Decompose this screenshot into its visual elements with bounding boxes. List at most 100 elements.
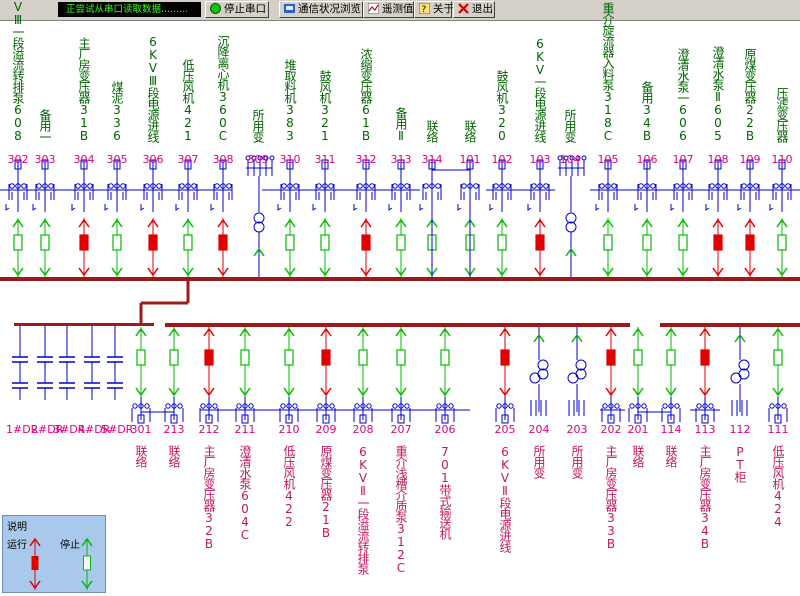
feeder-107[interactable] xyxy=(670,159,693,277)
feeder-105[interactable] xyxy=(595,159,618,277)
feeder-label: 联络 xyxy=(425,120,439,142)
feeder-4#DR[interactable] xyxy=(84,326,100,400)
feeder-code: 303 xyxy=(34,153,56,166)
feeder-104[interactable] xyxy=(557,155,587,277)
feeder-108[interactable] xyxy=(705,159,728,277)
feeder-code: 311 xyxy=(314,153,336,166)
breaker-stopped xyxy=(396,349,406,366)
feeder-306[interactable] xyxy=(140,159,163,277)
stop-serial-button[interactable]: 停止串口 xyxy=(205,1,269,18)
feeder-103[interactable] xyxy=(527,159,550,277)
breaker-stopped xyxy=(320,234,330,251)
feeder-307[interactable] xyxy=(175,159,198,277)
feeder-label: 低压风机424 xyxy=(771,445,785,528)
feeder-code: 201 xyxy=(627,423,649,436)
feeder-314[interactable] xyxy=(419,159,442,277)
feeder-209[interactable] xyxy=(316,327,336,424)
feeder-code: 210 xyxy=(278,423,300,436)
feeder-code: 211 xyxy=(234,423,256,436)
feeder-303[interactable] xyxy=(32,159,55,277)
breaker-stopped xyxy=(396,234,406,251)
feeder-101[interactable] xyxy=(457,159,480,277)
feeder-code: 113 xyxy=(694,423,716,436)
breaker-stopped xyxy=(642,234,652,251)
feeder-label: 联络 xyxy=(463,120,477,142)
feeder-112[interactable] xyxy=(730,327,750,416)
feeder-313[interactable] xyxy=(388,159,411,277)
feeder-312[interactable] xyxy=(353,159,376,277)
feeder-code: 202 xyxy=(600,423,622,436)
feeder-label: 6KV一段电源进线 xyxy=(533,37,547,142)
feeder-label: 原煤变压器22B xyxy=(743,48,757,142)
breaker-running xyxy=(535,234,545,251)
breaker-running xyxy=(204,349,214,366)
breaker-running xyxy=(79,234,89,251)
telemetry-button[interactable]: 遥测值 xyxy=(363,1,414,18)
feeder-label: 煤泥336 xyxy=(110,81,124,142)
comm-status-button[interactable]: 通信状况浏览 xyxy=(279,1,363,18)
green-circle-icon xyxy=(210,3,221,14)
feeder-113[interactable] xyxy=(695,327,715,424)
feeder-207[interactable] xyxy=(391,327,411,424)
feeder-code: 5#DR xyxy=(101,423,134,436)
feeder-305[interactable] xyxy=(104,159,127,277)
breaker-stopped xyxy=(773,349,783,366)
feeder-308[interactable] xyxy=(210,159,233,277)
feeder-311[interactable] xyxy=(312,159,335,277)
breaker-stopped xyxy=(666,349,676,366)
feeder-106[interactable] xyxy=(634,159,657,277)
feeder-code: 110 xyxy=(771,153,793,166)
feeder-label: 所用变 xyxy=(532,445,546,478)
feeder-code: 307 xyxy=(177,153,199,166)
feeder-code: 312 xyxy=(355,153,377,166)
network-icon xyxy=(284,3,295,14)
breaker-running xyxy=(700,349,710,366)
breaker-running xyxy=(218,234,228,251)
feeder-code: 206 xyxy=(434,423,456,436)
feeder-label: 主厂房变压器33B xyxy=(604,445,618,550)
breaker-stopped xyxy=(169,349,179,366)
feeder-label: 堆取料机383 xyxy=(283,59,297,142)
legend-running-label: 运行 xyxy=(7,540,27,551)
exit-button[interactable]: 退出 xyxy=(453,1,495,18)
feeder-code: 204 xyxy=(528,423,550,436)
feeder-label: 所用变 xyxy=(570,445,584,478)
feeder-3#DR[interactable] xyxy=(59,326,75,400)
feeder-202[interactable] xyxy=(601,327,621,424)
feeder-102[interactable] xyxy=(489,159,512,277)
feeder-label: 备用Ⅱ xyxy=(394,107,408,142)
feeder-304[interactable] xyxy=(71,159,94,277)
feeder-205[interactable] xyxy=(495,327,515,424)
feeder-code: 104 xyxy=(559,153,581,166)
about-button[interactable]: ? 关于 xyxy=(414,1,454,18)
feeder-2#DR[interactable] xyxy=(37,326,53,400)
feeder-code: 102 xyxy=(491,153,513,166)
feeder-206[interactable] xyxy=(435,327,455,424)
feeder-210[interactable] xyxy=(279,327,299,424)
feeder-code: 306 xyxy=(142,153,164,166)
feeder-204[interactable] xyxy=(529,327,549,416)
breaker-stopped xyxy=(40,234,50,251)
feeder-code: 304 xyxy=(73,153,95,166)
feeder-212[interactable] xyxy=(199,327,219,424)
feeder-211[interactable] xyxy=(235,327,255,424)
feeder-label: 联络 xyxy=(631,445,645,467)
feeder-111[interactable] xyxy=(768,327,788,424)
feeder-code: 302 xyxy=(7,153,29,166)
feeder-208[interactable] xyxy=(353,327,373,424)
feeder-109[interactable] xyxy=(737,159,760,277)
feeder-203[interactable] xyxy=(567,327,587,416)
feeder-code: 105 xyxy=(597,153,619,166)
feeder-code: 213 xyxy=(163,423,185,436)
feeder-1#DR[interactable] xyxy=(12,326,28,400)
feeder-label: 原煤变压器21B xyxy=(319,445,333,539)
feeder-110[interactable] xyxy=(769,159,792,277)
feeder-code: 205 xyxy=(494,423,516,436)
feeder-309[interactable] xyxy=(245,155,275,277)
breaker-stopped xyxy=(358,349,368,366)
feeder-label: 6KVⅡ一段溢流转排泵 xyxy=(356,445,370,574)
feeder-code: 108 xyxy=(707,153,729,166)
feeder-302[interactable] xyxy=(5,159,28,277)
feeder-5#DR[interactable] xyxy=(107,326,123,400)
feeder-310[interactable] xyxy=(277,159,300,277)
